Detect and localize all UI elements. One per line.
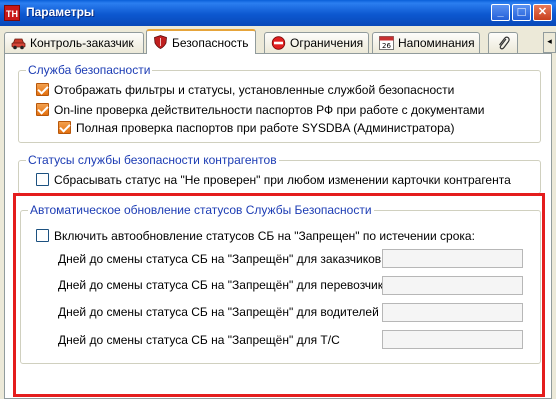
field-label: Дней до смены статуса СБ на "Запрещён" д… [58, 278, 397, 292]
days-vehicles-input[interactable] [382, 330, 523, 349]
online-passport-check-checkbox[interactable] [36, 103, 49, 116]
checkbox-label[interactable]: Сбрасывать статус на "Не проверен" при л… [54, 173, 511, 187]
days-drivers-input[interactable] [382, 303, 523, 322]
tab-reminders[interactable]: 26 Напоминания [372, 32, 480, 53]
tab-label: Ограничения [290, 36, 364, 50]
enable-auto-update-checkbox[interactable] [36, 229, 49, 242]
calendar-day-text: 26 [382, 42, 391, 50]
full-passport-check-checkbox[interactable] [58, 121, 71, 134]
checkbox-label[interactable]: Полная проверка паспортов при работе SYS… [76, 121, 454, 135]
group-legend: Автоматическое обновление статусов Служб… [28, 203, 374, 217]
paperclip-icon [499, 36, 510, 50]
days-customers-input[interactable] [382, 249, 523, 268]
calendar-icon: 26 [379, 36, 394, 50]
field-label: Дней до смены статуса СБ на "Запрещён" д… [58, 305, 379, 319]
tab-attachments[interactable] [488, 32, 518, 53]
minimize-button[interactable]: _ [491, 4, 510, 21]
app-logo-icon: TH [4, 5, 20, 21]
group-legend: Служба безопасности [26, 63, 153, 77]
close-button[interactable]: ✕ [533, 4, 552, 21]
show-filters-checkbox[interactable] [36, 83, 49, 96]
window-title: Параметры [26, 5, 95, 19]
reset-status-checkbox[interactable] [36, 173, 49, 186]
tab-label: Безопасность [172, 36, 249, 50]
tab-restrictions[interactable]: Ограничения [264, 32, 369, 53]
tab-scroll-button[interactable]: ◂ [543, 32, 556, 53]
no-entry-icon [271, 36, 286, 50]
field-label: Дней до смены статуса СБ на "Запрещён" д… [58, 333, 340, 347]
shield-icon [154, 35, 167, 49]
tab-label: Контроль-заказчик [30, 36, 134, 50]
maximize-button[interactable]: □ [512, 4, 531, 21]
tab-security[interactable]: Безопасность [146, 29, 256, 54]
tab-customer-control[interactable]: Контроль-заказчик [4, 32, 144, 53]
tab-strip: Контроль-заказчик Безопасность Ограничен… [0, 28, 556, 54]
title-bar[interactable]: TH Параметры _ □ ✕ [0, 0, 556, 26]
days-carriers-input[interactable] [382, 276, 523, 295]
car-icon [11, 38, 26, 50]
settings-panel: Служба безопасности Отображать фильтры и… [4, 53, 552, 399]
checkbox-label[interactable]: Отображать фильтры и статусы, установлен… [54, 83, 454, 97]
tab-label: Напоминания [398, 36, 475, 50]
field-label: Дней до смены статуса СБ на "Запрещён" д… [58, 252, 382, 266]
group-legend: Статусы службы безопасности контрагентов [26, 153, 279, 167]
checkbox-label[interactable]: Включить автообновление статусов СБ на "… [54, 229, 475, 243]
checkbox-label[interactable]: On-line проверка действительности паспор… [54, 103, 484, 117]
